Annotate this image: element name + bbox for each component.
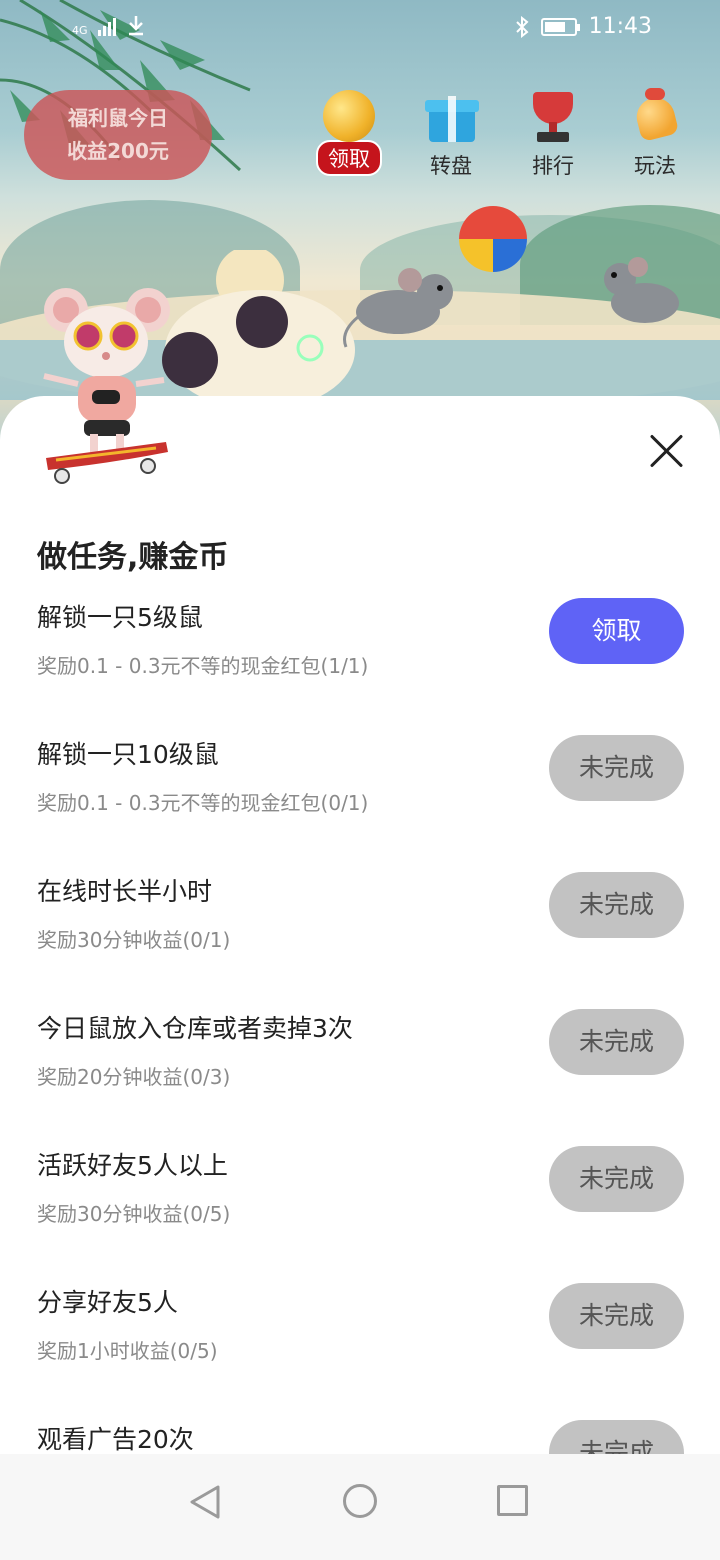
task-item: 活跃好友5人以上 奖励30分钟收益(0/5) 未完成 xyxy=(0,1146,720,1283)
task-name: 观看广告20次 xyxy=(37,1425,194,1454)
skateboard-mouse-mascot xyxy=(43,288,170,484)
network-type: 4G xyxy=(72,24,88,37)
task-name: 在线时长半小时 xyxy=(37,877,213,906)
incomplete-button[interactable]: 未完成 xyxy=(549,872,684,938)
task-name: 活跃好友5人以上 xyxy=(37,1151,228,1180)
sheet-title: 做任务,赚金币 xyxy=(37,540,229,575)
task-item: 分享好友5人 奖励1小时收益(0/5) 未完成 xyxy=(0,1283,720,1420)
cartoon-mouse-decoration xyxy=(162,250,355,400)
task-item: 在线时长半小时 奖励30分钟收益(0/1) 未完成 xyxy=(0,872,720,1009)
coin-icon xyxy=(321,88,377,144)
nav-claim-label: 领取 xyxy=(316,140,382,176)
task-list: 解锁一只5级鼠 奖励0.1 - 0.3元不等的现金红包(1/1) 领取 解锁一只… xyxy=(0,598,720,1454)
banner-line1: 福利鼠今日 xyxy=(68,106,168,130)
nav-wheel-label: 转盘 xyxy=(430,154,472,178)
incomplete-button[interactable]: 未完成 xyxy=(549,1283,684,1349)
system-nav-bar xyxy=(0,1454,720,1560)
task-item: 解锁一只10级鼠 奖励0.1 - 0.3元不等的现金红包(0/1) 未完成 xyxy=(0,735,720,872)
incomplete-button[interactable]: 未完成 xyxy=(549,1420,684,1454)
back-icon[interactable] xyxy=(188,1484,222,1520)
banner-line2: 收益200元 xyxy=(67,139,169,163)
top-nav: 领取 转盘 排行 玩法 xyxy=(308,88,696,180)
task-reward: 奖励0.1 - 0.3元不等的现金红包(1/1) xyxy=(37,654,369,678)
task-name: 解锁一只5级鼠 xyxy=(37,603,203,632)
task-reward: 奖励0.1 - 0.3元不等的现金红包(0/1) xyxy=(37,791,369,815)
incomplete-button[interactable]: 未完成 xyxy=(549,1009,684,1075)
task-item: 观看广告20次 未完成 xyxy=(0,1420,720,1454)
task-name: 解锁一只10级鼠 xyxy=(37,740,219,769)
status-time: 11:43 xyxy=(588,14,652,39)
bluetooth-icon xyxy=(515,15,529,38)
nav-ranking-label: 排行 xyxy=(532,154,574,178)
task-reward: 奖励30分钟收益(0/1) xyxy=(37,928,231,952)
daily-earnings-banner[interactable]: 福利鼠今日 收益200元 xyxy=(24,90,212,180)
incomplete-button[interactable]: 未完成 xyxy=(549,1146,684,1212)
task-name: 今日鼠放入仓库或者卖掉3次 xyxy=(37,1014,353,1043)
task-name: 分享好友5人 xyxy=(37,1288,178,1317)
task-item: 今日鼠放入仓库或者卖掉3次 奖励20分钟收益(0/3) 未完成 xyxy=(0,1009,720,1146)
gift-icon xyxy=(423,88,479,144)
status-bar: 4G 11:43 xyxy=(0,0,720,54)
nav-claim[interactable]: 领取 xyxy=(308,88,390,180)
task-item: 解锁一只5级鼠 奖励0.1 - 0.3元不等的现金红包(1/1) 领取 xyxy=(0,598,720,735)
nav-wheel[interactable]: 转盘 xyxy=(410,88,492,180)
task-reward: 奖励30分钟收益(0/5) xyxy=(37,1202,231,1226)
battery-icon xyxy=(540,17,580,36)
download-icon xyxy=(128,16,143,36)
home-icon[interactable] xyxy=(343,1484,377,1518)
gray-mouse-decoration xyxy=(604,257,679,323)
claim-button[interactable]: 领取 xyxy=(549,598,684,664)
task-reward: 奖励20分钟收益(0/3) xyxy=(37,1065,231,1089)
nav-ranking[interactable]: 排行 xyxy=(512,88,594,180)
nav-howto[interactable]: 玩法 xyxy=(614,88,696,180)
task-reward: 奖励1小时收益(0/5) xyxy=(37,1339,218,1363)
recent-apps-icon[interactable] xyxy=(497,1485,528,1516)
bell-icon xyxy=(627,88,683,144)
nav-howto-label: 玩法 xyxy=(634,154,676,178)
incomplete-button[interactable]: 未完成 xyxy=(549,735,684,801)
gray-mouse-decoration xyxy=(343,268,453,348)
signal-icon xyxy=(97,16,116,36)
trophy-icon xyxy=(525,88,581,144)
task-sheet: 做任务,赚金币 解锁一只5级鼠 奖励0.1 - 0.3元不等的现金红包(1/1)… xyxy=(0,396,720,1454)
close-button[interactable] xyxy=(648,432,686,470)
